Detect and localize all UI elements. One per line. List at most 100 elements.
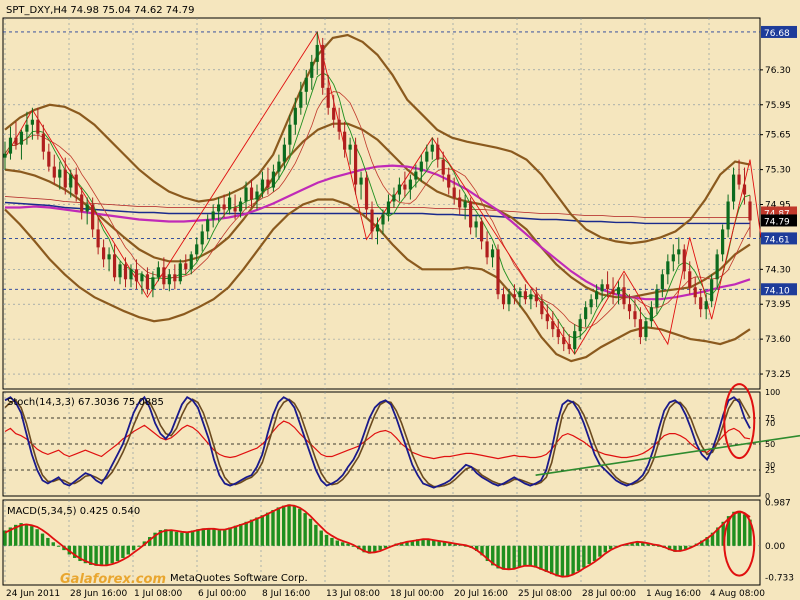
- candle-body: [381, 214, 385, 225]
- macd-histogram-bar: [105, 545, 109, 565]
- macd-histogram-bar: [303, 513, 307, 546]
- y-tick-label: 73.25: [765, 370, 791, 380]
- macd-histogram-bar: [206, 528, 211, 546]
- macd-histogram-bar: [732, 511, 736, 546]
- candle-body: [666, 261, 670, 275]
- candle-body: [47, 151, 51, 167]
- candle-body: [52, 166, 56, 178]
- macd-histogram-bar: [110, 545, 114, 564]
- candle-body: [518, 291, 522, 298]
- candle-body: [118, 264, 122, 278]
- x-tick-label: 1 Jul 08:00: [134, 589, 183, 599]
- stoch-tick-label: 25: [765, 466, 775, 475]
- y-tick-label: 75.30: [765, 166, 791, 176]
- macd-histogram-bar: [308, 518, 313, 546]
- candle-body: [425, 151, 429, 162]
- candle-body: [392, 194, 396, 202]
- candle-body: [551, 321, 555, 330]
- macd-histogram-bar: [582, 545, 586, 568]
- candle-body: [343, 131, 347, 150]
- stoch-tick-label: 70: [765, 419, 775, 428]
- candle-body: [41, 133, 45, 152]
- candle-body: [102, 247, 106, 260]
- candle-body: [288, 124, 292, 145]
- candle-body: [112, 254, 117, 278]
- x-tick-label: 8 Jul 16:00: [262, 589, 311, 599]
- macd-histogram-bar: [46, 537, 50, 546]
- candle-body: [359, 177, 363, 185]
- x-tick-label: 6 Jul 00:00: [198, 589, 247, 599]
- macd-histogram-bar: [330, 537, 334, 546]
- candle-body: [485, 241, 489, 258]
- candle-body: [742, 184, 747, 195]
- candle-body: [249, 187, 254, 200]
- candle-body: [682, 249, 686, 272]
- candle-body: [211, 211, 215, 220]
- macd-histogram-bar: [539, 545, 543, 570]
- y-tick-label: 76.30: [765, 66, 791, 76]
- candle-body: [277, 161, 281, 172]
- symbol-info-label: SPT_DXY,H4 74.98 75.04 74.62 74.79: [6, 5, 194, 16]
- candle-body: [222, 204, 226, 210]
- macd-histogram-bar: [201, 528, 206, 546]
- macd-histogram-bar: [528, 545, 532, 566]
- candle-body: [436, 144, 440, 160]
- macd-histogram-bar: [292, 505, 297, 546]
- candle-body: [162, 267, 166, 285]
- macd-histogram-bar: [30, 526, 34, 546]
- price-label-text: 74.79: [764, 217, 790, 227]
- candle-body: [715, 254, 719, 280]
- candle-body: [523, 291, 528, 300]
- candle-body: [589, 299, 593, 308]
- macd-histogram-bar: [742, 514, 747, 546]
- macd-histogram-bar: [196, 529, 200, 546]
- candle-body: [507, 294, 511, 305]
- macd-histogram-bar: [260, 515, 264, 546]
- x-tick-label: 24 Jun 2011: [6, 589, 60, 599]
- macd-histogram-bar: [121, 545, 125, 558]
- macd-histogram-bar: [560, 545, 565, 578]
- x-tick-label: 28 Jun 16:00: [70, 589, 127, 599]
- candle-body: [266, 179, 270, 188]
- macd-histogram-bar: [544, 545, 549, 572]
- macd-histogram-bar: [180, 532, 184, 546]
- candle-body: [731, 174, 736, 202]
- candle-body: [96, 229, 100, 248]
- candle-body: [474, 221, 478, 228]
- y-tick-label: 75.65: [765, 131, 791, 141]
- x-tick-label: 1 Aug 16:00: [646, 589, 701, 599]
- macd-histogram-bar: [319, 530, 323, 546]
- candle-body: [469, 201, 473, 228]
- macd-histogram-bar: [523, 545, 527, 566]
- candle-body: [3, 153, 7, 158]
- candle-body: [140, 274, 144, 282]
- candle-body: [19, 131, 24, 145]
- macd-histogram-bar: [340, 542, 345, 546]
- candle-body: [14, 137, 18, 145]
- price-label-text: 74.10: [764, 286, 790, 296]
- candle-body: [704, 301, 708, 310]
- macd-label: MACD(5,34,5) 0.425 0.540: [7, 506, 140, 517]
- macd-histogram-bar: [174, 531, 179, 546]
- candle-body: [605, 284, 610, 290]
- macd-histogram-bar: [501, 545, 506, 570]
- candle-body: [573, 331, 577, 350]
- candle-body: [74, 174, 78, 195]
- macd-histogram-bar: [94, 545, 98, 566]
- x-tick-label: 13 Jul 08:00: [326, 589, 380, 599]
- macd-histogram-bar: [276, 507, 281, 546]
- macd-histogram-bar: [324, 534, 329, 546]
- macd-histogram-bar: [533, 545, 538, 568]
- candle-body: [271, 171, 276, 188]
- candle-body: [419, 161, 423, 172]
- candle-body: [315, 44, 319, 62]
- macd-histogram-bar: [190, 530, 195, 546]
- candle-body: [386, 201, 391, 215]
- macd-histogram-bar: [24, 523, 29, 546]
- macd-histogram-bar: [249, 519, 254, 546]
- macd-histogram-bar: [40, 533, 45, 546]
- candle-body: [260, 179, 265, 192]
- candle-body: [458, 197, 462, 208]
- candle-body: [644, 321, 648, 338]
- candle-body: [326, 87, 330, 108]
